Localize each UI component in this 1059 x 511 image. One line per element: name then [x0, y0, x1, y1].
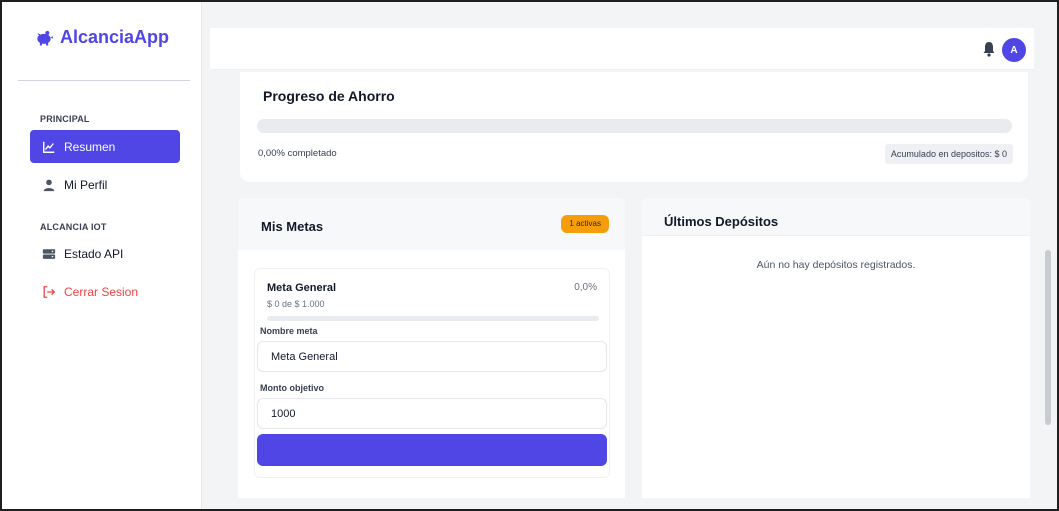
sidebar-item-estado-api[interactable]: Estado API: [30, 237, 180, 270]
bell-icon[interactable]: [982, 41, 996, 57]
goal-target-label: Monto objetivo: [260, 383, 324, 393]
sidebar-item-label: Mi Perfil: [64, 177, 108, 192]
active-goals-badge: 1 activas: [561, 215, 609, 233]
sidebar-item-resumen[interactable]: Resumen: [30, 130, 180, 163]
avatar[interactable]: A: [1002, 38, 1026, 62]
scrollbar[interactable]: [1045, 250, 1051, 425]
app-logo[interactable]: AlcanciaApp: [34, 27, 169, 48]
topbar: A: [210, 28, 1034, 70]
goals-panel: Mis Metas 1 activas Meta General 0,0% $ …: [238, 198, 625, 498]
app-window: AlcanciaApp PRINCIPAL Resumen Mi Perfil …: [0, 0, 1059, 511]
progress-title: Progreso de Ahorro: [263, 88, 395, 104]
deposits-empty-text: Aún no hay depósitos registrados.: [756, 259, 916, 271]
sidebar: AlcanciaApp PRINCIPAL Resumen Mi Perfil …: [2, 2, 202, 509]
goal-card: Meta General 0,0% $ 0 de $ 1.000 Nombre …: [254, 268, 610, 478]
section-alcancia-iot: ALCANCIA IOT: [40, 222, 107, 232]
goals-header: Mis Metas 1 activas: [238, 198, 625, 250]
logout-icon: [43, 285, 56, 298]
sidebar-item-label: Resumen: [64, 139, 116, 154]
progress-bar: [257, 119, 1012, 133]
goal-percent: 0,0%: [574, 282, 597, 293]
piggy-bank-icon: [37, 30, 54, 45]
sidebar-item-cerrar-sesion[interactable]: Cerrar Sesion: [30, 275, 180, 308]
goal-name-label: Nombre meta: [260, 326, 318, 336]
save-goal-button[interactable]: [257, 434, 607, 466]
goal-name: Meta General: [267, 282, 337, 294]
chart-line-icon: [43, 141, 55, 153]
user-icon: [43, 179, 55, 191]
savings-progress-card: Progreso de Ahorro 0,00% completado Acum…: [240, 72, 1028, 182]
goal-amount: $ 0 de $ 1.000: [267, 299, 325, 309]
goal-name-input[interactable]: [257, 341, 607, 372]
sidebar-divider: [18, 80, 190, 81]
goal-progress-bar: [267, 316, 599, 321]
sidebar-item-label: Cerrar Sesion: [64, 284, 139, 299]
goal-target-input[interactable]: [257, 398, 607, 429]
progress-percent-text: 0,00% completado: [258, 148, 337, 159]
app-name: AlcanciaApp: [60, 27, 170, 47]
sidebar-item-mi-perfil[interactable]: Mi Perfil: [30, 168, 180, 201]
deposits-header: Últimos Depósitos: [642, 198, 1030, 236]
deposits-panel: Últimos Depósitos Aún no hay depósitos r…: [642, 198, 1030, 498]
section-principal: PRINCIPAL: [40, 114, 90, 124]
accumulated-badge: Acumulado en depositos: $ 0: [884, 144, 1013, 164]
sidebar-item-label: Estado API: [64, 246, 124, 261]
server-icon: [42, 248, 56, 259]
deposits-title: Últimos Depósitos: [664, 214, 779, 229]
goals-title: Mis Metas: [261, 219, 324, 234]
